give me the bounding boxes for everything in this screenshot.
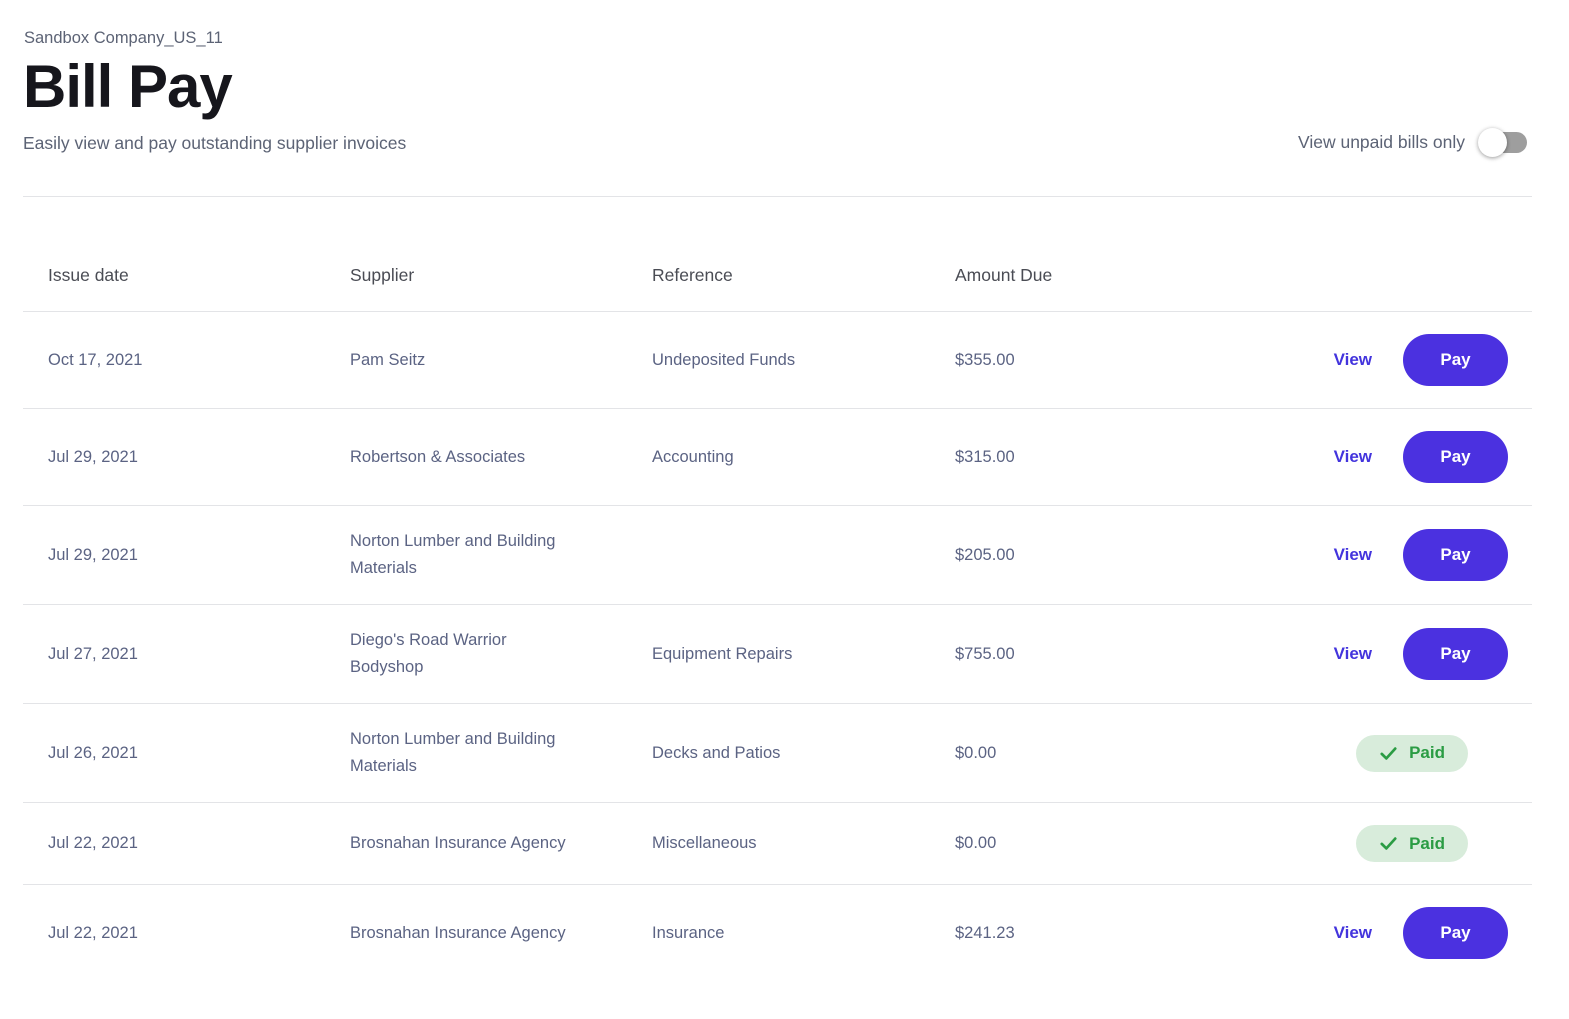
row-actions: View Pay bbox=[1201, 628, 1508, 680]
paid-badge: Paid bbox=[1356, 734, 1468, 772]
paid-badge-label: Paid bbox=[1409, 743, 1445, 762]
issue-date-cell: Jul 29, 2021 bbox=[48, 447, 138, 466]
amount-due-cell: $355.00 bbox=[955, 350, 1015, 369]
view-button[interactable]: View bbox=[1334, 447, 1372, 467]
pay-button[interactable]: Pay bbox=[1403, 431, 1508, 483]
paid-badge: Paid bbox=[1356, 825, 1468, 862]
view-button[interactable]: View bbox=[1334, 923, 1372, 943]
amount-due-cell: $241.23 bbox=[955, 923, 1015, 942]
supplier-cell: Norton Lumber and Building Materials bbox=[350, 528, 652, 582]
row-actions: View Pay bbox=[1201, 529, 1508, 581]
amount-due-cell: $0.00 bbox=[955, 834, 997, 852]
view-button[interactable]: View bbox=[1334, 545, 1372, 565]
supplier-cell: Pam Seitz bbox=[350, 347, 652, 374]
page-title: Bill Pay bbox=[23, 53, 233, 120]
amount-due-cell: $315.00 bbox=[955, 447, 1015, 466]
supplier-name: Pam Seitz bbox=[350, 350, 426, 369]
row-actions: View Pay bbox=[1201, 431, 1508, 483]
supplier-cell: Robertson & Associates bbox=[350, 444, 652, 471]
reference-cell: Undeposited Funds bbox=[652, 350, 796, 369]
table-row: Jul 22, 2021 Brosnahan Insurance Agency … bbox=[23, 802, 1532, 884]
issue-date-cell: Jul 29, 2021 bbox=[48, 545, 138, 564]
table-row: Jul 29, 2021 Norton Lumber and Building … bbox=[23, 505, 1532, 604]
pay-button[interactable]: Pay bbox=[1403, 529, 1508, 581]
table-row: Oct 17, 2021 Pam Seitz Undeposited Funds… bbox=[23, 311, 1532, 408]
row-actions: View Pay bbox=[1201, 334, 1508, 386]
table-row: Jul 29, 2021 Robertson & Associates Acco… bbox=[23, 408, 1532, 505]
toggle-knob-icon bbox=[1478, 128, 1507, 157]
table-row: Jul 27, 2021 Diego's Road Warrior Bodysh… bbox=[23, 604, 1532, 703]
table-body: Oct 17, 2021 Pam Seitz Undeposited Funds… bbox=[23, 311, 1532, 981]
issue-date-cell: Jul 22, 2021 bbox=[48, 834, 138, 852]
supplier-cell: Diego's Road Warrior Bodyshop bbox=[350, 627, 652, 681]
column-header-issue-date: Issue date bbox=[48, 265, 129, 285]
supplier-name: Brosnahan Insurance Agency bbox=[350, 923, 566, 942]
reference-cell: Insurance bbox=[652, 923, 725, 942]
reference-cell: Decks and Patios bbox=[652, 743, 781, 762]
issue-date-cell: Jul 27, 2021 bbox=[48, 644, 138, 663]
supplier-cell: Brosnahan Insurance Agency bbox=[350, 920, 652, 947]
table-row: Jul 26, 2021 Norton Lumber and Building … bbox=[23, 703, 1532, 802]
company-name: Sandbox Company_US_11 bbox=[24, 29, 223, 47]
supplier-cell: Brosnahan Insurance Agency bbox=[350, 830, 652, 857]
column-header-reference: Reference bbox=[652, 265, 733, 285]
amount-due-cell: $755.00 bbox=[955, 644, 1015, 663]
row-status: Paid bbox=[1201, 734, 1508, 772]
bills-table: Issue date Supplier Reference Amount Due… bbox=[23, 197, 1532, 981]
issue-date-cell: Jul 26, 2021 bbox=[48, 743, 138, 762]
supplier-name: Robertson & Associates bbox=[350, 447, 526, 466]
table-row: Jul 22, 2021 Brosnahan Insurance Agency … bbox=[23, 884, 1532, 981]
supplier-name: Brosnahan Insurance Agency bbox=[350, 834, 566, 852]
pay-button[interactable]: Pay bbox=[1403, 628, 1508, 680]
paid-badge-label: Paid bbox=[1409, 833, 1445, 853]
unpaid-bills-toggle[interactable] bbox=[1478, 128, 1527, 157]
amount-due-cell: $205.00 bbox=[955, 545, 1015, 564]
row-actions: View Pay bbox=[1201, 907, 1508, 959]
amount-due-cell: $0.00 bbox=[955, 743, 997, 762]
supplier-name: Norton Lumber and Building Materials bbox=[350, 730, 556, 775]
issue-date-cell: Jul 22, 2021 bbox=[48, 923, 138, 942]
reference-cell: Equipment Repairs bbox=[652, 644, 793, 663]
pay-button[interactable]: Pay bbox=[1403, 334, 1508, 386]
table-header-row: Issue date Supplier Reference Amount Due bbox=[23, 197, 1532, 311]
pay-button[interactable]: Pay bbox=[1403, 907, 1508, 959]
issue-date-cell: Oct 17, 2021 bbox=[48, 350, 143, 369]
check-icon bbox=[1379, 834, 1398, 853]
column-header-amount-due: Amount Due bbox=[955, 265, 1053, 285]
toggle-label: View unpaid bills only bbox=[1297, 132, 1465, 152]
unpaid-filter: View unpaid bills only bbox=[1298, 128, 1527, 157]
column-header-supplier: Supplier bbox=[350, 265, 415, 285]
check-icon bbox=[1379, 744, 1398, 763]
supplier-name: Norton Lumber and Building Materials bbox=[350, 532, 556, 577]
row-status: Paid bbox=[1201, 825, 1508, 862]
view-button[interactable]: View bbox=[1334, 350, 1372, 370]
reference-cell: Accounting bbox=[652, 447, 734, 466]
page-header: Sandbox Company_US_11 Bill Pay Easily vi… bbox=[23, 0, 1532, 197]
supplier-name: Diego's Road Warrior Bodyshop bbox=[350, 631, 507, 676]
supplier-cell: Norton Lumber and Building Materials bbox=[350, 726, 652, 780]
bill-pay-page: Sandbox Company_US_11 Bill Pay Easily vi… bbox=[23, 0, 1532, 981]
view-button[interactable]: View bbox=[1334, 644, 1372, 664]
reference-cell: Miscellaneous bbox=[652, 834, 757, 852]
